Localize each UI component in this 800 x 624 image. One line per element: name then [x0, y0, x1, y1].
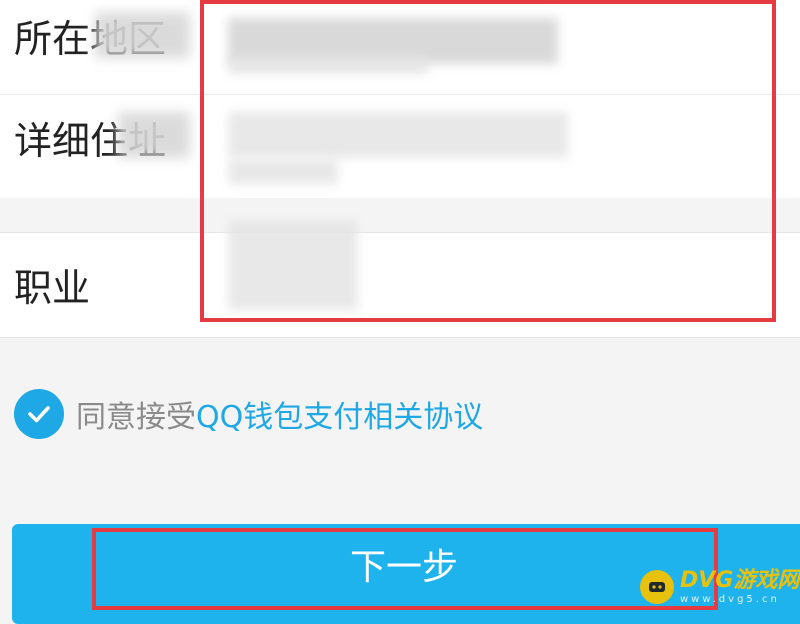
watermark: DVG游戏网 www.dvg5.cn [640, 568, 799, 606]
address-label-redaction [118, 112, 190, 158]
watermark-text: DVG游戏网 www.dvg5.cn [680, 567, 800, 605]
gamepad-icon [640, 570, 674, 604]
agreement-row: 同意接受 QQ钱包支付相关协议 [14, 386, 483, 442]
check-circle-icon[interactable] [14, 389, 64, 439]
location-label-redaction [95, 12, 190, 58]
watermark-title: DVG游戏网 [680, 567, 800, 593]
occupation-label: 职业 [14, 266, 91, 310]
agreement-prefix: 同意接受 [76, 400, 196, 435]
input-highlight-box [200, 0, 776, 322]
watermark-subtitle: www.dvg5.cn [680, 593, 780, 605]
button-highlight-box [92, 528, 718, 610]
agreement-link[interactable]: QQ钱包支付相关协议 [196, 392, 483, 436]
